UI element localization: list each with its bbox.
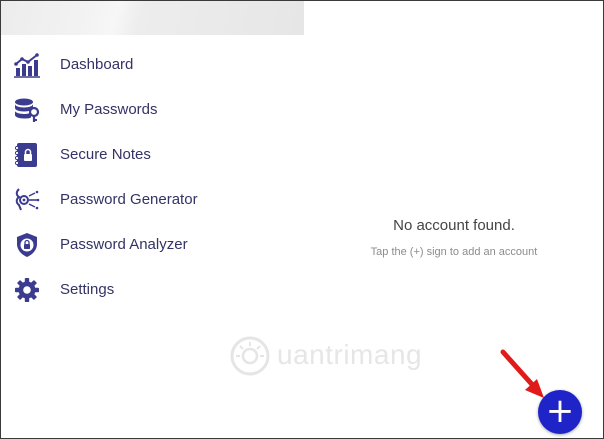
sidebar-item-label: Settings	[60, 281, 115, 298]
sidebar-item-label: Password Analyzer	[60, 236, 188, 253]
sidebar-item-secure-notes[interactable]: Secure Notes	[1, 135, 304, 175]
empty-state-title: No account found.	[393, 217, 515, 234]
sidebar-item-label: My Passwords	[60, 101, 158, 118]
sidebar-item-settings[interactable]: Settings	[1, 270, 304, 310]
watermark: uantrimang	[227, 331, 457, 381]
sidebar-item-my-passwords[interactable]: My Passwords	[1, 90, 304, 130]
secure-notes-icon	[13, 142, 41, 168]
password-generator-icon	[13, 187, 41, 213]
app-window: Dashboard My Passwords Secure Notes Pass…	[0, 0, 604, 439]
sidebar-item-dashboard[interactable]: Dashboard	[1, 45, 304, 85]
sidebar-item-password-generator[interactable]: Password Generator	[1, 180, 304, 220]
plus-icon: +	[545, 391, 575, 431]
dashboard-icon	[13, 52, 41, 78]
add-account-button[interactable]: +	[538, 390, 582, 434]
watermark-text: uantrimang	[277, 339, 423, 370]
gear-icon	[13, 277, 41, 303]
sidebar-item-label: Password Generator	[60, 191, 198, 208]
sidebar-item-label: Dashboard	[60, 56, 134, 73]
watermark-logo-icon	[230, 336, 270, 376]
shield-lock-icon	[13, 232, 41, 258]
sidebar-item-label: Secure Notes	[60, 146, 151, 163]
passwords-database-icon	[13, 97, 41, 123]
empty-state-subtitle: Tap the (+) sign to add an account	[370, 246, 538, 258]
sidebar-header-banner	[1, 1, 304, 35]
sidebar-item-password-analyzer[interactable]: Password Analyzer	[1, 225, 304, 265]
